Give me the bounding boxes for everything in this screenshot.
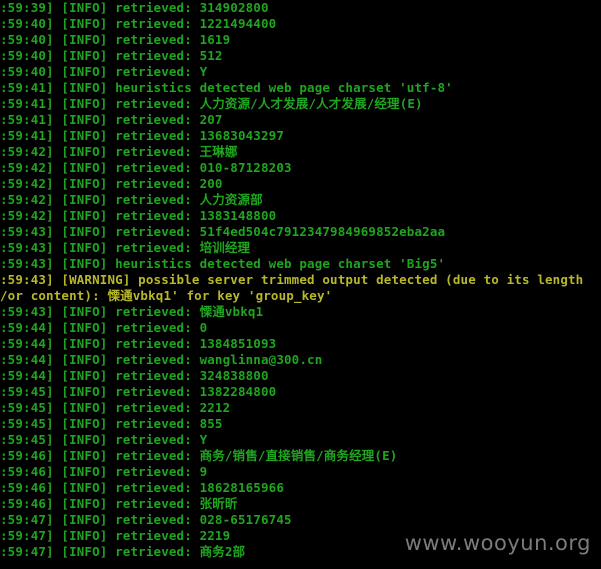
log-line: :59:42] [INFO] retrieved: 010-87128203 — [0, 160, 292, 175]
log-line: :59:42] [INFO] retrieved: 王琳娜 — [0, 144, 238, 159]
log-line: :59:44] [INFO] retrieved: 324838800 — [0, 368, 269, 383]
log-line: :59:46] [INFO] retrieved: 9 — [0, 464, 208, 479]
log-line: :59:40] [INFO] retrieved: 1619 — [0, 32, 231, 47]
log-line: :59:45] [INFO] retrieved: 855 — [0, 416, 223, 431]
log-line: :59:41] [INFO] heuristics detected web p… — [0, 80, 453, 95]
terminal-output: :59:39] [INFO] retrieved: 314902800 :59:… — [0, 0, 601, 569]
log-line: :59:42] [INFO] retrieved: 人力资源部 — [0, 192, 263, 207]
log-line: :59:45] [INFO] retrieved: 1382284800 — [0, 384, 277, 399]
log-line: :59:47] [INFO] retrieved: 028-65176745 — [0, 512, 292, 527]
log-line: :59:46] [INFO] retrieved: 张昕昕 — [0, 496, 238, 511]
log-line: :59:45] [INFO] retrieved: 2212 — [0, 400, 231, 415]
log-line: :59:40] [INFO] retrieved: 1221494400 — [0, 16, 277, 31]
log-line: :59:43] [INFO] retrieved: 培训经理 — [0, 240, 251, 255]
log-line: :59:46] [INFO] retrieved: 商务/销售/直接销售/商务经… — [0, 448, 398, 463]
log-line: :59:41] [INFO] retrieved: 207 — [0, 112, 223, 127]
warning-line: :59:43] [WARNING] possible server trimme… — [0, 272, 584, 287]
log-line: :59:42] [INFO] retrieved: 1383148800 — [0, 208, 277, 223]
log-line: :59:44] [INFO] retrieved: 0 — [0, 320, 208, 335]
log-line: :59:45] [INFO] retrieved: Y — [0, 432, 208, 447]
log-line: :59:42] [INFO] retrieved: 200 — [0, 176, 223, 191]
watermark: www.wooyun.org — [404, 531, 591, 555]
log-line: :59:40] [INFO] retrieved: Y — [0, 64, 208, 79]
log-line: :59:41] [INFO] retrieved: 13683043297 — [0, 128, 284, 143]
log-line: :59:43] [INFO] heuristics detected web p… — [0, 256, 446, 271]
log-line: :59:44] [INFO] retrieved: 1384851093 — [0, 336, 277, 351]
log-line: :59:46] [INFO] retrieved: 18628165966 — [0, 480, 284, 495]
log-line: :59:44] [INFO] retrieved: wanglinna@300.… — [0, 352, 323, 367]
log-line: :59:43] [INFO] retrieved: 慄通vbkq1 — [0, 304, 264, 319]
warning-line: /or content): 慄通vbkq1' for key 'group_ke… — [0, 288, 333, 303]
log-line: :59:39] [INFO] retrieved: 314902800 — [0, 0, 269, 15]
log-line: :59:40] [INFO] retrieved: 512 — [0, 48, 223, 63]
log-line: :59:41] [INFO] retrieved: 人力资源/人才发展/人才发展… — [0, 96, 423, 111]
log-line: :59:43] [INFO] retrieved: 51f4ed504c7912… — [0, 224, 446, 239]
